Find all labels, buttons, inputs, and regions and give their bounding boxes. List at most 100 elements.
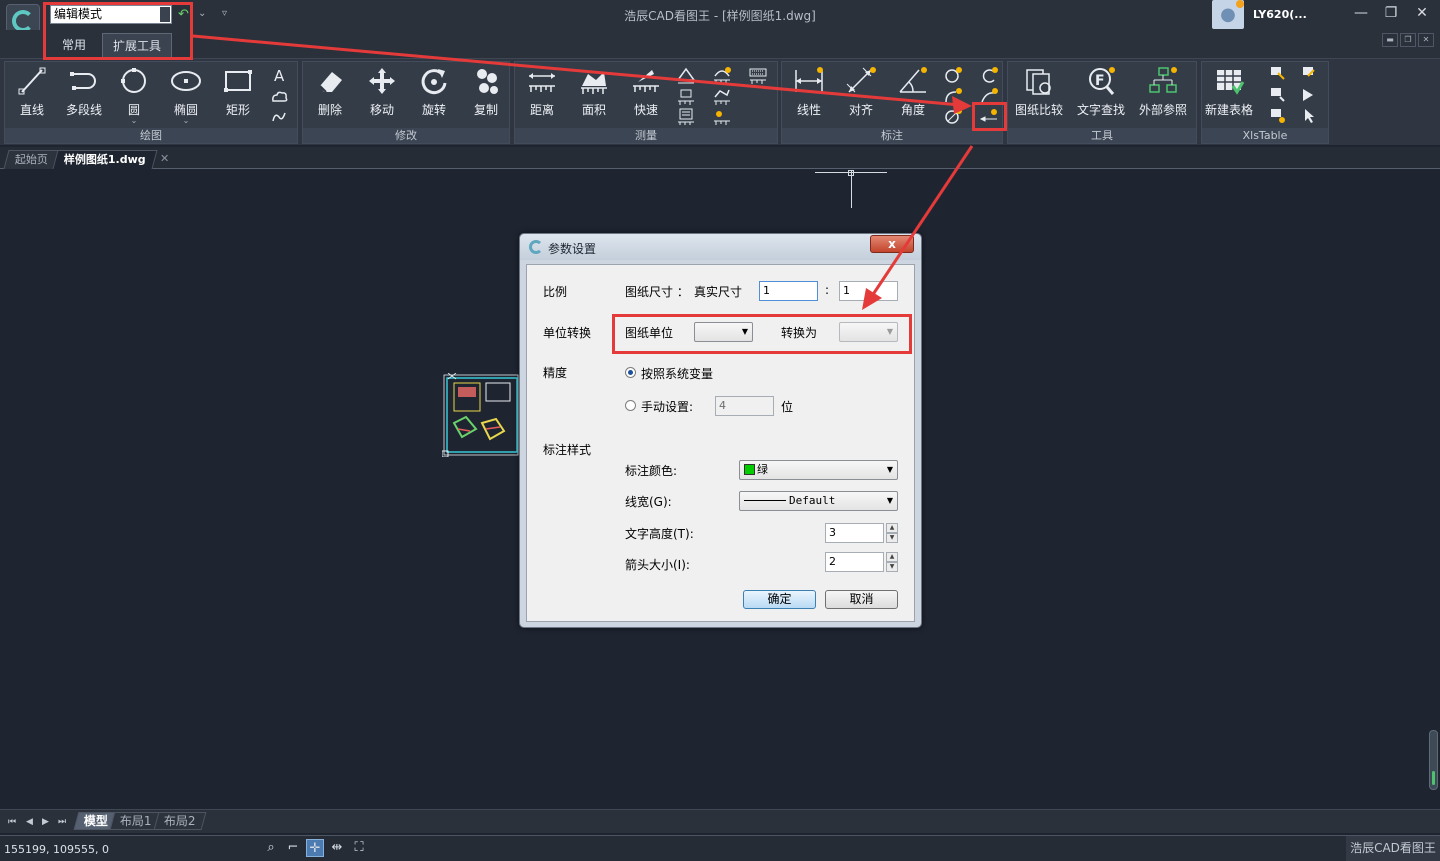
cloud-tool-icon[interactable] [269, 87, 291, 106]
layout-tab-2[interactable]: 布局2 [153, 812, 207, 830]
ribbon-tab-bar: 常用 扩展工具 [0, 30, 1440, 58]
precision-digit-label: 位 [781, 400, 794, 414]
text-search-tool-button[interactable]: F 文字查找 [1074, 66, 1128, 124]
ellipse-tool-button[interactable]: 椭圆 ⌄ [159, 66, 213, 125]
doc-restore-icon[interactable]: ❐ [1400, 33, 1416, 47]
text-height-stepper[interactable]: ▲ ▼ [886, 523, 898, 543]
drawing-preview[interactable] [442, 373, 522, 457]
external-ref-icon [1149, 67, 1177, 93]
precision-manual-input[interactable]: 4 [715, 396, 774, 416]
dialog-app-icon [529, 240, 543, 254]
precision-manual-label[interactable]: 手动设置: [641, 398, 693, 415]
linear-dim-tool-button[interactable]: 线性 [782, 66, 836, 124]
dialog-title-bar[interactable]: 参数设置 x [520, 234, 921, 260]
vertical-scrollbar[interactable] [1429, 730, 1438, 790]
new-table-tool-button[interactable]: 新建表格 [1202, 66, 1256, 124]
table-select-icon[interactable] [1298, 106, 1320, 125]
line-sample [744, 500, 786, 501]
distance-icon [529, 73, 555, 92]
text-height-input[interactable]: 3 [825, 523, 884, 543]
area-tool-button[interactable]: 面积 [567, 66, 621, 124]
fullscreen-icon[interactable]: ⛶ [350, 839, 368, 857]
snap-icon[interactable]: ✛ [306, 839, 324, 857]
measure-coordinate-icon[interactable] [675, 87, 697, 106]
stepper-down-icon[interactable]: ▼ [886, 533, 898, 543]
linewidth-select[interactable]: Default ▼ [739, 491, 898, 511]
dialog-close-button[interactable]: x [870, 235, 914, 253]
precision-section-label: 精度 [543, 366, 568, 380]
brand-label: 浩辰CAD看图王 [1346, 836, 1440, 861]
doc-close-icon[interactable]: ✕ [1418, 33, 1434, 47]
doc-tab-start-page[interactable]: 起始页 [3, 150, 60, 169]
line-tool-button[interactable]: 直线 [5, 66, 59, 124]
ellipse-dropdown-icon[interactable]: ⌄ [159, 117, 213, 125]
precision-manual-radio[interactable] [625, 400, 636, 411]
stepper-down-icon[interactable]: ▼ [886, 562, 898, 572]
restore-icon[interactable]: ❐ [1380, 3, 1402, 23]
doc-tab-sample-drawing[interactable]: 样例图纸1.dwg [52, 150, 158, 169]
text-tool-icon[interactable]: A [269, 66, 291, 85]
quick-measure-tool-button[interactable]: 快速 [619, 66, 673, 124]
stepper-up-icon[interactable]: ▲ [886, 523, 898, 533]
polyline-tool-button[interactable]: 多段线 [57, 66, 111, 124]
table-edit-icon[interactable] [1266, 64, 1288, 83]
aligned-dim-tool-button[interactable]: 对齐 [834, 66, 888, 124]
external-ref-tool-button[interactable]: 外部参照 [1136, 66, 1190, 124]
freehand-tool-icon[interactable] [269, 107, 291, 126]
rectangle-tool-button[interactable]: 矩形 [211, 66, 265, 124]
scale-paper-input[interactable]: 1 [759, 281, 818, 301]
ortho-icon[interactable]: ⌐ [284, 839, 302, 857]
precision-system-radio[interactable] [625, 367, 636, 378]
measure-list-icon[interactable] [675, 107, 697, 126]
table-import-icon[interactable] [1266, 85, 1288, 104]
highlight-unit-conversion [612, 314, 912, 354]
stepper-up-icon[interactable]: ▲ [886, 552, 898, 562]
table-link-icon[interactable] [1298, 85, 1320, 104]
next-layout-icon[interactable]: ▶ [42, 817, 49, 827]
copy-tool-button[interactable]: 复制 [459, 66, 513, 124]
precision-system-label[interactable]: 按照系统变量 [641, 365, 713, 382]
first-layout-icon[interactable]: ⏮ [8, 817, 16, 827]
measure-angle-icon[interactable] [675, 66, 697, 85]
prev-layout-icon[interactable]: ◀ [26, 817, 33, 827]
ordinate-dim-icon[interactable] [978, 66, 1000, 85]
radius-dim-icon[interactable] [942, 66, 964, 85]
document-window-controls: ▬ ❐ ✕ [1382, 33, 1434, 47]
move-tool-button[interactable]: 移动 [355, 66, 409, 124]
drawing-compare-tool-button[interactable]: 图纸比较 [1012, 66, 1066, 124]
measure-radius-icon[interactable] [711, 107, 733, 126]
measure-grid-icon[interactable] [747, 66, 769, 85]
arrow-size-stepper[interactable]: ▲ ▼ [886, 552, 898, 572]
grid-snap-icon[interactable]: ⇹ [328, 839, 346, 857]
diameter-dim-icon[interactable] [942, 87, 964, 106]
angle-dim-tool-button[interactable]: 角度 [886, 66, 940, 124]
ok-button[interactable]: 确定 [743, 590, 816, 609]
measure-arc-icon[interactable] [711, 66, 733, 85]
ribbon-panel: 直线 多段线 圆 ⌄ 椭圆 ⌄ 矩形 A 绘图 删除 移动 旋转 复制 修改 距… [0, 58, 1440, 145]
drawing-compare-icon [1026, 69, 1051, 95]
area-icon [581, 72, 607, 94]
last-layout-icon[interactable]: ⏭ [58, 817, 66, 827]
doc-tab-close-icon[interactable]: ✕ [160, 152, 169, 165]
group-xlstable-label: XlsTable [1202, 128, 1328, 143]
delete-tool-button[interactable]: 删除 [303, 66, 357, 124]
rotate-tool-button[interactable]: 旋转 [407, 66, 461, 124]
cancel-button[interactable]: 取消 [825, 590, 898, 609]
doc-minimize-icon[interactable]: ▬ [1382, 33, 1398, 47]
zoom-icon[interactable]: ⌕ [262, 839, 280, 857]
arc-length-dim-icon[interactable] [942, 107, 964, 126]
circle-dropdown-icon[interactable]: ⌄ [107, 117, 161, 125]
measure-perimeter-icon[interactable] [711, 87, 733, 106]
user-name[interactable]: LY620(... [1253, 8, 1307, 21]
dim-color-select[interactable]: 绿 ▼ [739, 460, 898, 480]
rotate-icon [421, 69, 447, 95]
copy-icon [477, 69, 498, 94]
table-export-icon[interactable] [1266, 106, 1288, 125]
table-style-icon[interactable] [1298, 64, 1320, 83]
arrow-size-input[interactable]: 2 [825, 552, 884, 572]
distance-tool-button[interactable]: 距离 [515, 66, 569, 124]
scale-real-input[interactable]: 1 [839, 281, 898, 301]
minimize-icon[interactable]: — [1350, 3, 1372, 23]
circle-tool-button[interactable]: 圆 ⌄ [107, 66, 161, 125]
close-icon[interactable]: ✕ [1411, 3, 1433, 23]
